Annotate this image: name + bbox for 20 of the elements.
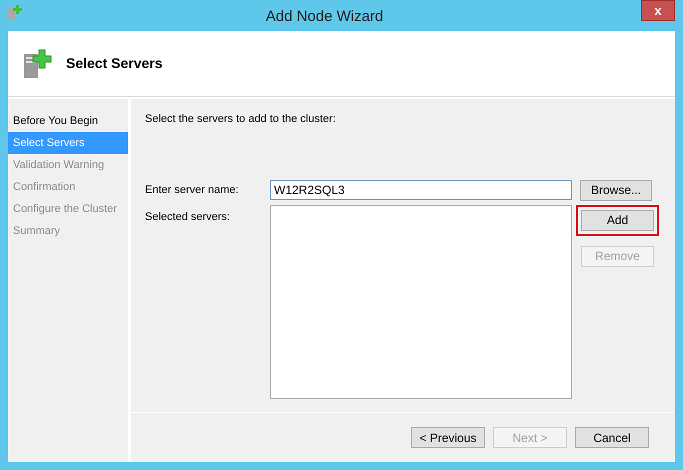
wizard-step: Before You Begin [8,110,128,132]
browse-button[interactable]: Browse... [580,180,652,200]
window-title: Add Node Wizard [266,7,384,27]
wizard-step: Validation Warning [8,154,128,176]
instruction-text: Select the servers to add to the cluster: [145,113,336,125]
close-button[interactable]: x [641,0,675,21]
previous-button[interactable]: < Previous [411,427,485,448]
add-button[interactable]: Add [581,210,654,230]
field-label: Enter server name: [145,182,240,198]
wizard-step: Confirmation [8,176,128,198]
field-label: Selected servers: [145,210,231,224]
server-name-field[interactable]: W12R2SQL3 [270,180,572,200]
server-list[interactable] [270,204,572,398]
cancel-button[interactable]: Cancel [575,427,649,448]
server-add-icon [7,5,23,21]
page-title: Select Servers [66,54,163,73]
wizard-step: Select Servers [8,132,128,154]
wizard-step: Configure the Cluster [8,198,128,220]
server-add-icon [22,48,52,80]
wizard-step: Summary [8,220,128,242]
